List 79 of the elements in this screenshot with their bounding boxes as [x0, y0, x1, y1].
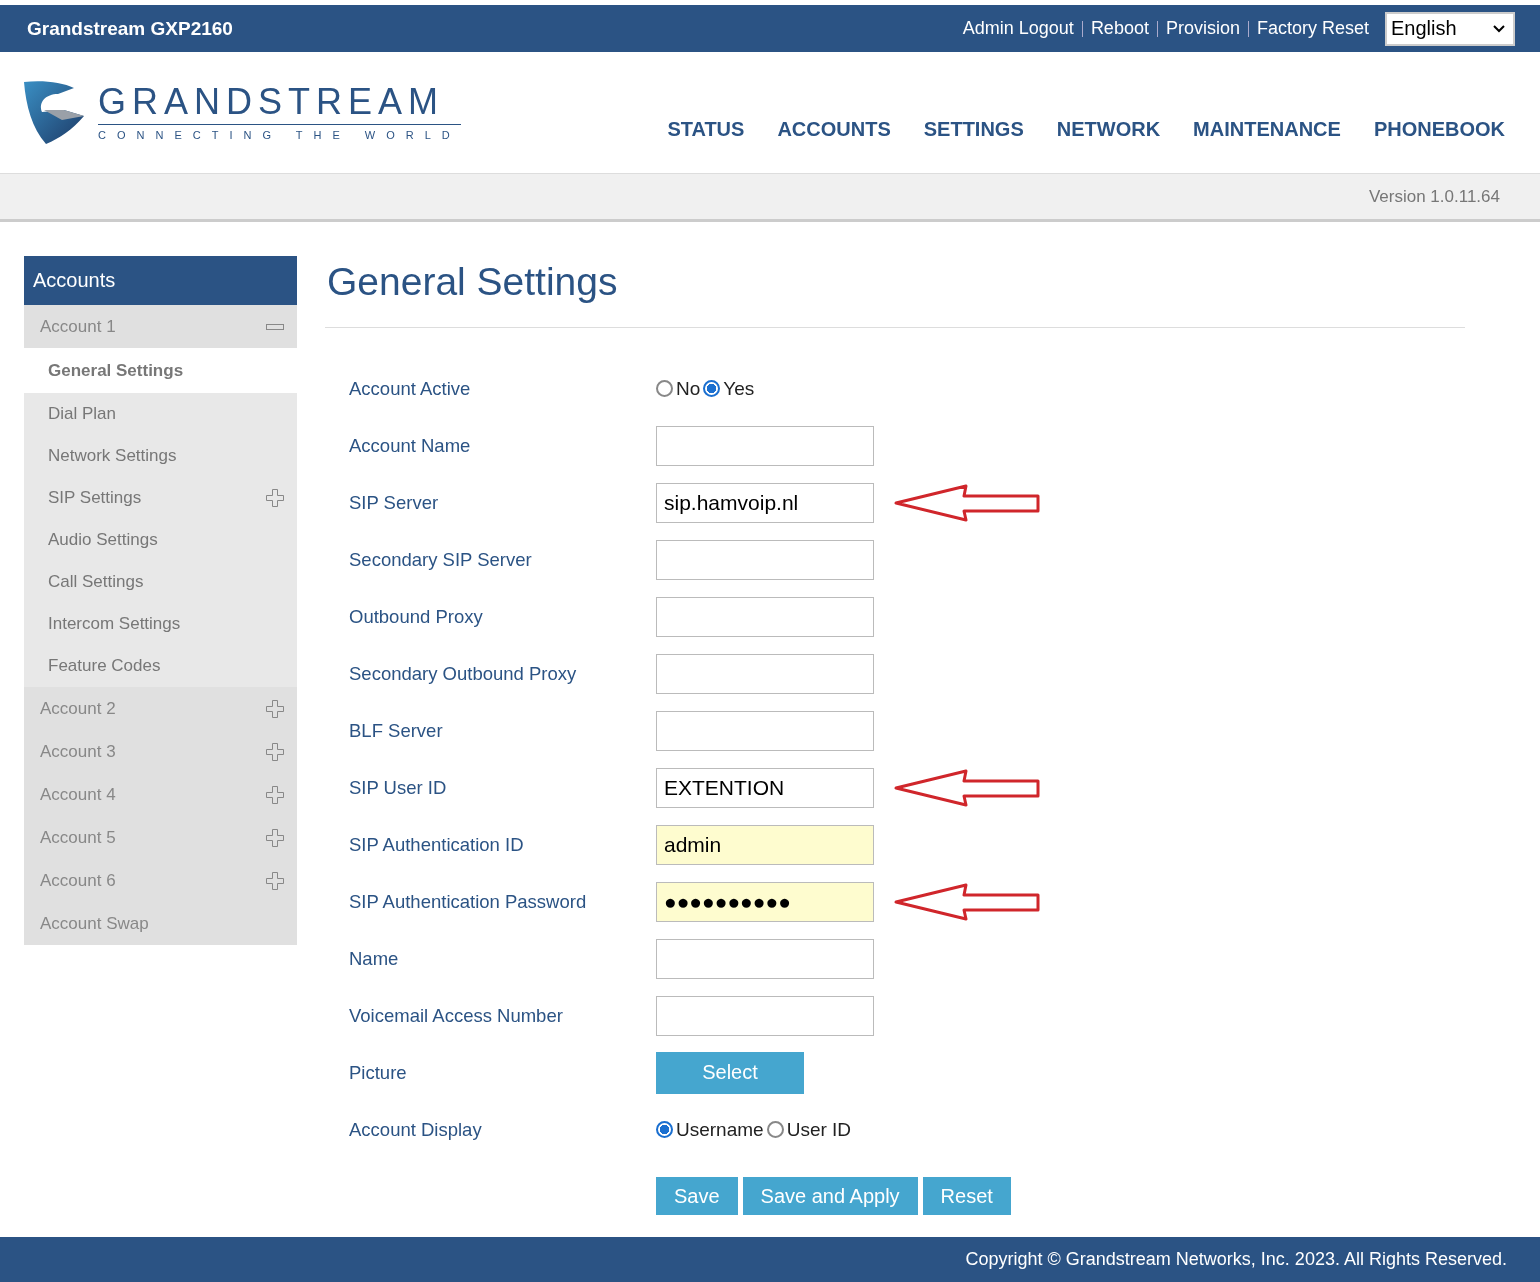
- input-field[interactable]: [656, 710, 874, 751]
- field-label: Voicemail Access Number: [349, 1004, 564, 1027]
- header-link[interactable]: Provision: [1165, 18, 1240, 39]
- sidebar-account-item[interactable]: Account 4: [24, 773, 297, 816]
- radio-label: Username: [676, 1118, 764, 1141]
- field-label: SIP User ID: [349, 776, 448, 799]
- expand-icon: [266, 489, 284, 507]
- field-label: Picture: [349, 1061, 408, 1084]
- input-field[interactable]: [656, 425, 874, 466]
- expand-icon: [266, 871, 284, 890]
- radio-button[interactable]: [656, 1121, 673, 1138]
- field-label: Account Display: [349, 1118, 483, 1141]
- sidebar-subitem[interactable]: General Settings: [24, 348, 297, 393]
- expand-icon: [266, 785, 284, 804]
- logo-mark-icon: [22, 79, 86, 146]
- nav-tab[interactable]: ACCOUNTS: [777, 118, 891, 141]
- nav-tab[interactable]: MAINTENANCE: [1193, 118, 1341, 141]
- sidebar-account-item[interactable]: Account 5: [24, 816, 297, 859]
- sidebar-subitem[interactable]: Network Settings: [24, 435, 297, 477]
- expand-icon: [266, 742, 284, 761]
- sidebar-subitem[interactable]: Feature Codes: [24, 645, 297, 687]
- field-label: Secondary Outbound Proxy: [349, 662, 578, 685]
- nav-tab[interactable]: STATUS: [667, 118, 745, 141]
- sidebar-account-item[interactable]: Account 3: [24, 730, 297, 773]
- sidebar-header: Accounts: [24, 256, 297, 305]
- nav-tab[interactable]: PHONEBOOK: [1373, 118, 1505, 141]
- field-label: SIP Server: [349, 491, 440, 514]
- sidebar-subitem[interactable]: Audio Settings: [24, 519, 297, 561]
- select-button[interactable]: Select: [656, 1051, 804, 1094]
- expand-icon: [266, 828, 284, 847]
- sidebar-account-item[interactable]: Account Swap: [24, 902, 297, 945]
- field-label: SIP Authentication ID: [349, 833, 525, 856]
- input-field[interactable]: admin: [656, 824, 874, 865]
- logo-wordmark: GRANDSTREAM: [98, 84, 461, 125]
- header-link[interactable]: Admin Logout: [962, 18, 1074, 39]
- page-title: General Settings: [325, 256, 1465, 328]
- radio-button[interactable]: [656, 380, 673, 397]
- input-field[interactable]: EXTENTION: [656, 767, 874, 808]
- sidebar-account-item[interactable]: Account 2: [24, 687, 297, 730]
- radio-label: User ID: [786, 1118, 852, 1141]
- action-button[interactable]: Save: [656, 1177, 738, 1215]
- field-label: SIP Authentication Password: [349, 890, 588, 913]
- field-label: Secondary SIP Server: [349, 548, 533, 571]
- input-field[interactable]: [656, 995, 874, 1036]
- radio-button[interactable]: [766, 1121, 784, 1138]
- action-button[interactable]: Save and Apply: [742, 1177, 918, 1215]
- input-field[interactable]: sip.hamvoip.nl: [656, 482, 874, 523]
- chevron-down-icon: [1493, 24, 1505, 33]
- language-select[interactable]: English: [1385, 11, 1515, 46]
- field-label: Outbound Proxy: [349, 605, 484, 628]
- action-button[interactable]: Reset: [922, 1177, 1011, 1215]
- sidebar-account-item[interactable]: Account 6: [24, 859, 297, 902]
- radio-button[interactable]: [703, 380, 721, 397]
- nav-tab[interactable]: SETTINGS: [923, 118, 1024, 141]
- input-field[interactable]: [656, 653, 874, 694]
- input-field[interactable]: [656, 938, 874, 979]
- product-title: Grandstream GXP2160: [27, 17, 233, 40]
- field-label: Name: [349, 947, 400, 970]
- sidebar-account-item[interactable]: Account 1: [24, 305, 297, 348]
- radio-label: Yes: [723, 377, 755, 400]
- header-link[interactable]: Factory Reset: [1256, 18, 1369, 39]
- nav-tab[interactable]: NETWORK: [1056, 118, 1161, 141]
- input-field[interactable]: [656, 596, 874, 637]
- input-field[interactable]: ●●●●●●●●●●: [656, 881, 874, 922]
- sidebar-subitem[interactable]: Call Settings: [24, 561, 297, 603]
- sidebar-subitem[interactable]: Dial Plan: [24, 393, 297, 435]
- sidebar-subitem[interactable]: Intercom Settings: [24, 603, 297, 645]
- field-label: Account Name: [349, 434, 472, 457]
- input-field[interactable]: [656, 539, 874, 580]
- copyright-text: Copyright © Grandstream Networks, Inc. 2023. All Rights Reserved.: [965, 1249, 1507, 1270]
- header-link[interactable]: Reboot: [1090, 18, 1149, 39]
- collapse-icon: [266, 323, 284, 330]
- field-label: BLF Server: [349, 719, 444, 742]
- version-text: Version 1.0.11.64: [1368, 186, 1500, 207]
- expand-icon: [266, 699, 284, 718]
- sidebar-subitem[interactable]: SIP Settings: [24, 477, 297, 519]
- field-label: Account Active: [349, 377, 472, 400]
- logo-tagline: CONNECTING THE WORLD: [98, 129, 461, 141]
- radio-label: No: [676, 377, 701, 400]
